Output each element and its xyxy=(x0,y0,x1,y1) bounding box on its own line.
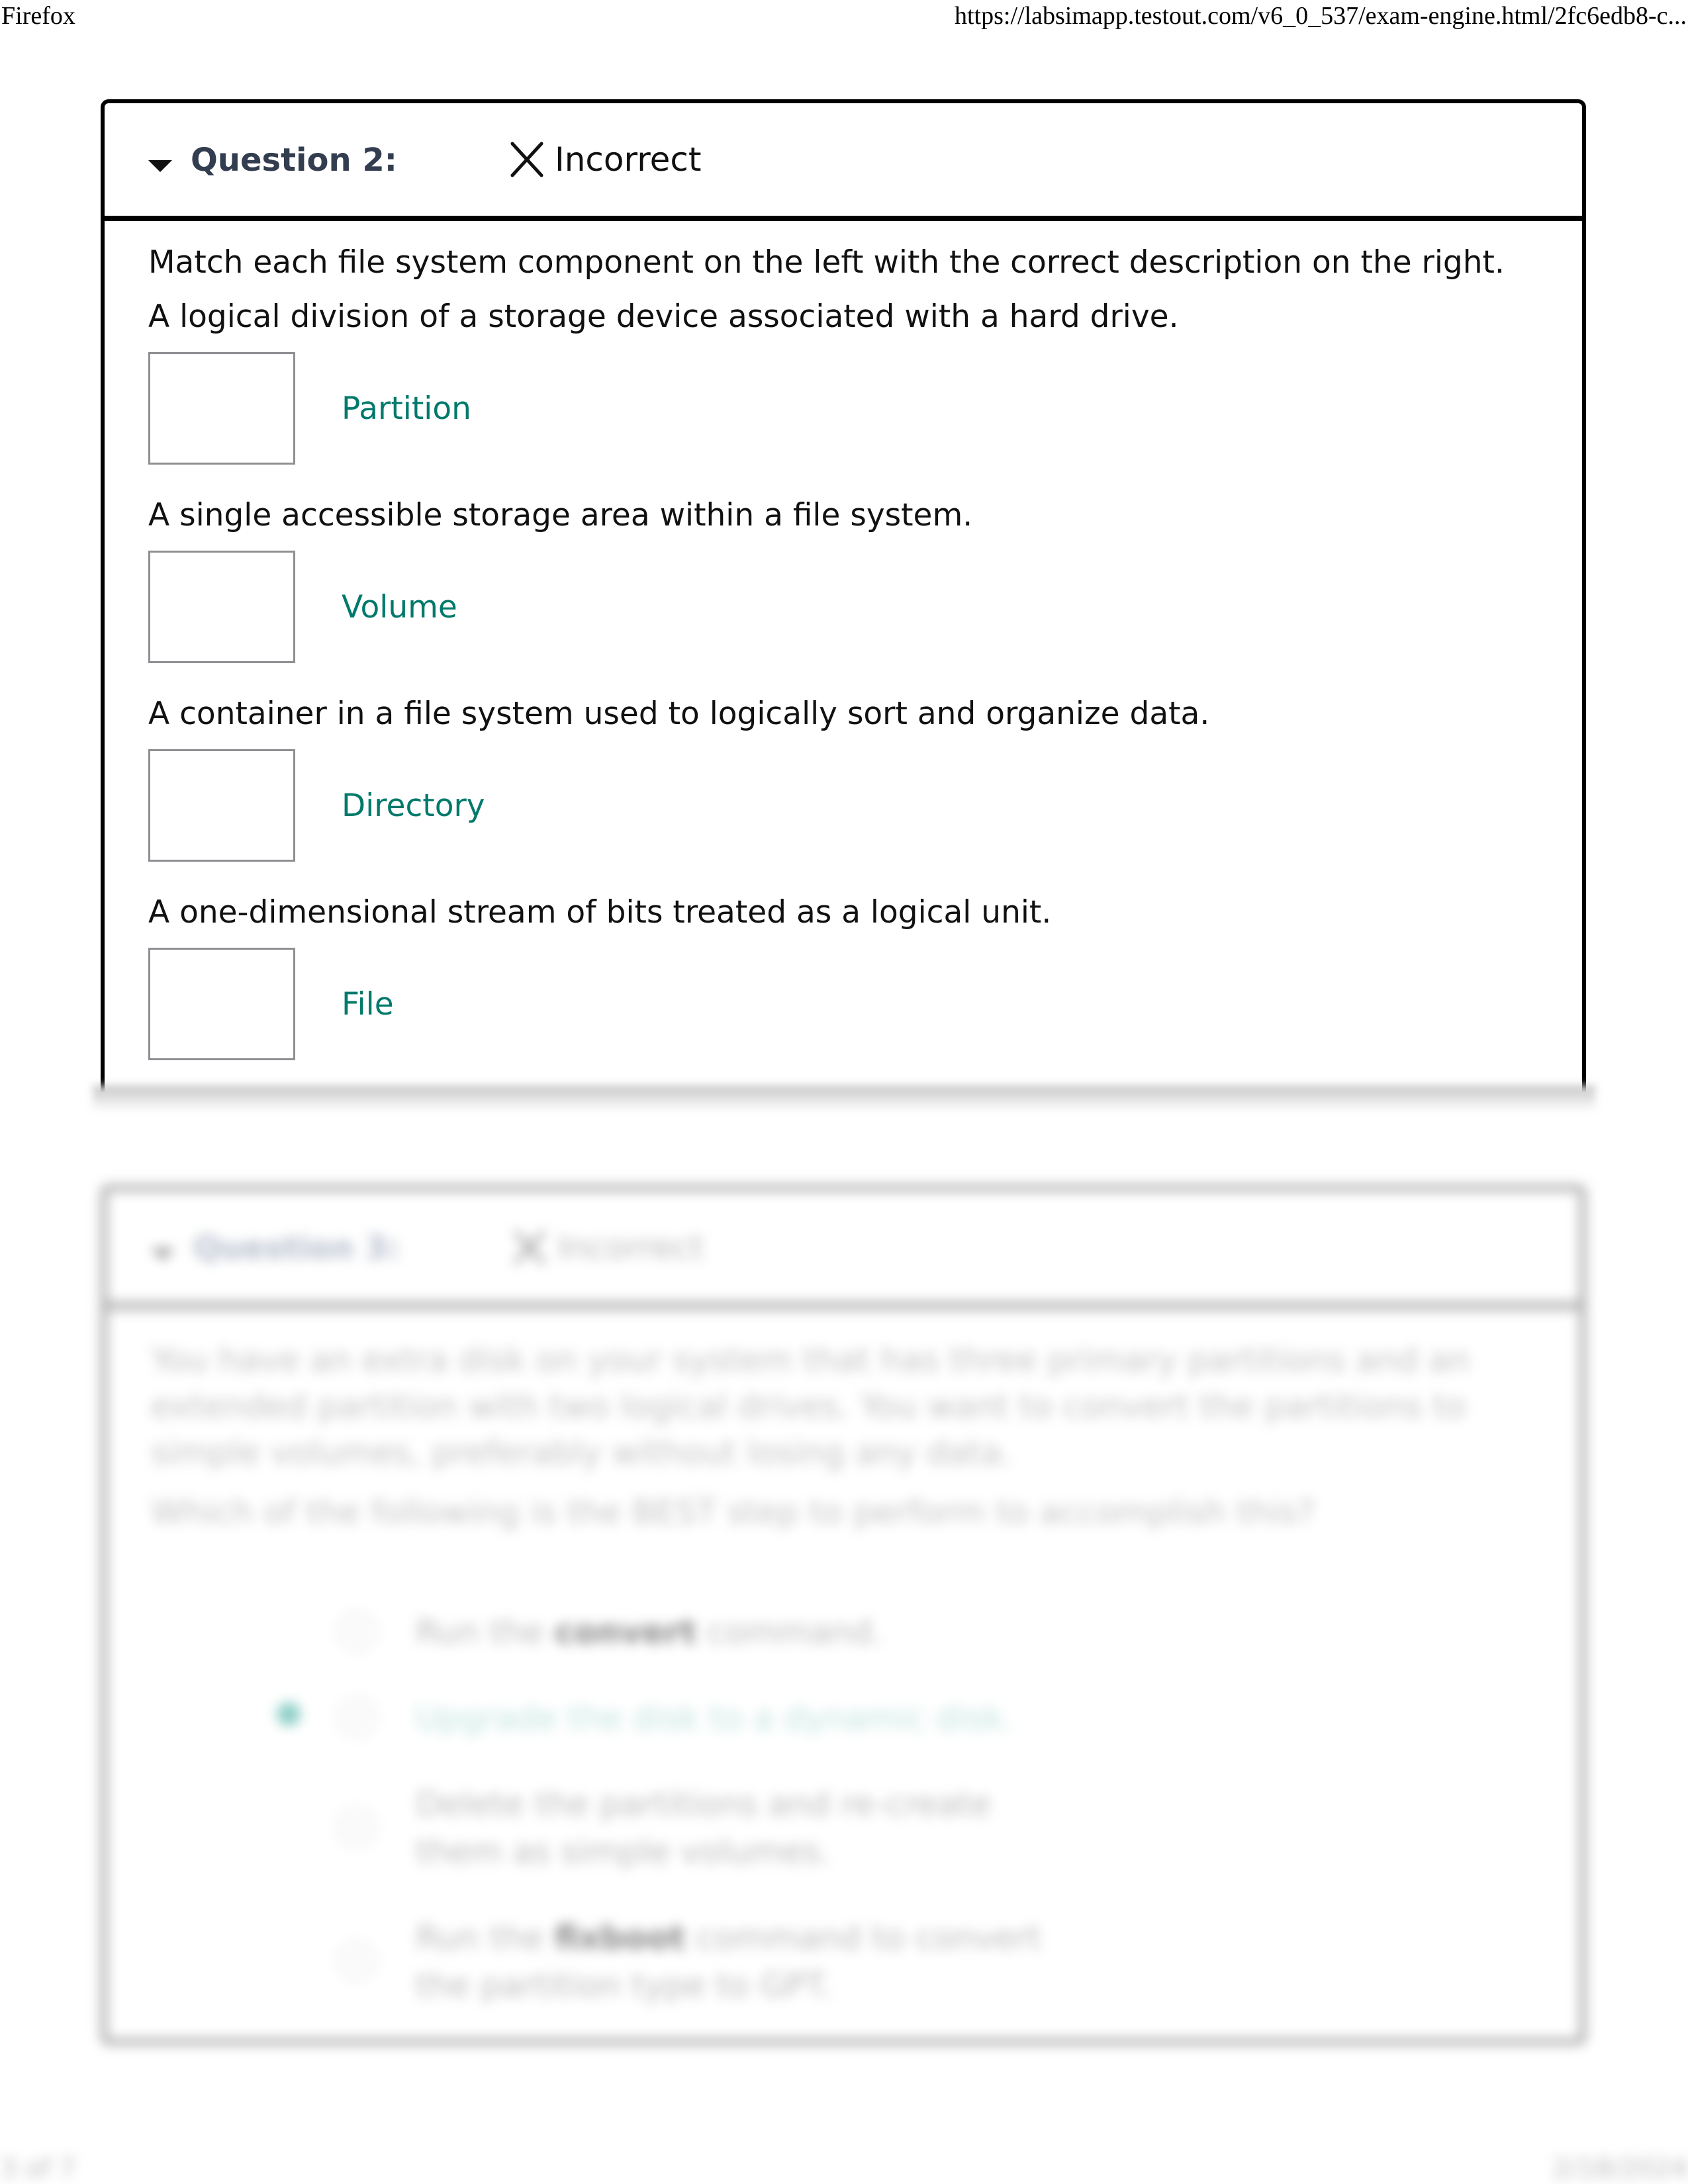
description-3: A container in a file system used to log… xyxy=(148,696,1210,732)
browser-name: Firefox xyxy=(1,2,75,30)
radio-button[interactable] xyxy=(336,1611,377,1652)
answer-option-selected[interactable]: Upgrade the disk to a dynamic disk. xyxy=(151,1694,1579,1742)
question-text: You have an extra disk on your system th… xyxy=(151,1341,1470,1472)
term-label[interactable]: Partition xyxy=(342,390,471,427)
selected-marker-icon xyxy=(277,1702,301,1726)
caret-down-icon[interactable] xyxy=(151,1248,175,1260)
radio-button[interactable] xyxy=(336,1697,377,1738)
result-status: Incorrect xyxy=(508,140,702,179)
question-header[interactable]: Question 2: Incorrect xyxy=(105,103,1582,221)
page-counter: 3 of 7 xyxy=(0,2154,76,2184)
question-body: You have an extra disk on your system th… xyxy=(107,1310,1579,2009)
drop-target[interactable] xyxy=(148,352,295,465)
match-row: File xyxy=(148,946,1582,1062)
x-icon xyxy=(513,1230,546,1265)
question-title: Question 3: xyxy=(193,1230,400,1267)
question-card-2: Question 2: Incorrect Match each file sy… xyxy=(101,99,1586,1092)
print-header: Firefox https://labsimapp.testout.com/v6… xyxy=(0,0,1688,33)
term-label[interactable]: File xyxy=(342,986,394,1023)
option-text: Run the convert command. xyxy=(416,1613,883,1651)
match-row: Partition xyxy=(148,351,1582,466)
description-2: A single accessible storage area within … xyxy=(148,497,973,533)
option-text: Delete the partitions and re-create them… xyxy=(416,1785,992,1871)
answer-options: Run the convert command. Upgrade the dis… xyxy=(151,1608,1579,2009)
x-icon xyxy=(510,142,543,177)
status-text: Incorrect xyxy=(557,1228,704,1267)
question-title: Question 2: xyxy=(191,142,397,179)
drop-target[interactable] xyxy=(148,551,295,663)
status-text: Incorrect xyxy=(555,140,702,179)
radio-button[interactable] xyxy=(336,1940,377,1981)
answer-option[interactable]: Run the convert command. xyxy=(151,1608,1579,1656)
drop-target[interactable] xyxy=(148,948,295,1060)
caret-down-icon[interactable] xyxy=(148,160,172,172)
answer-option[interactable]: Delete the partitions and re-create them… xyxy=(151,1780,1579,1876)
drop-target[interactable] xyxy=(148,749,295,862)
question-body: Match each file system component on the … xyxy=(105,221,1582,1062)
print-date: 2/18/2024 xyxy=(1552,2154,1688,2184)
page-url: https://labsimapp.testout.com/v6_0_537/e… xyxy=(954,2,1687,30)
description-4: A one-dimensional stream of bits treated… xyxy=(148,894,1052,931)
option-text: Run the fixboot command to convert the p… xyxy=(416,1919,1042,2005)
answer-option[interactable]: Run the fixboot command to convert the p… xyxy=(151,1914,1579,2009)
question-ask: Which of the following is the BEST step … xyxy=(151,1493,1315,1531)
question-card-3: Question 3: Incorrect You have an extra … xyxy=(101,1185,1586,2045)
question-header[interactable]: Question 3: Incorrect xyxy=(107,1191,1579,1310)
term-label[interactable]: Directory xyxy=(342,788,485,824)
match-row: Directory xyxy=(148,748,1582,863)
radio-button[interactable] xyxy=(336,1807,377,1848)
term-label[interactable]: Volume xyxy=(342,589,457,625)
description-1: A logical division of a storage device a… xyxy=(148,298,1179,335)
option-text: Upgrade the disk to a dynamic disk. xyxy=(416,1699,1013,1737)
match-row: Volume xyxy=(148,549,1582,664)
question-prompt: Match each file system component on the … xyxy=(148,244,1505,281)
result-status: Incorrect xyxy=(511,1228,704,1267)
card-shadow xyxy=(93,1085,1595,1112)
